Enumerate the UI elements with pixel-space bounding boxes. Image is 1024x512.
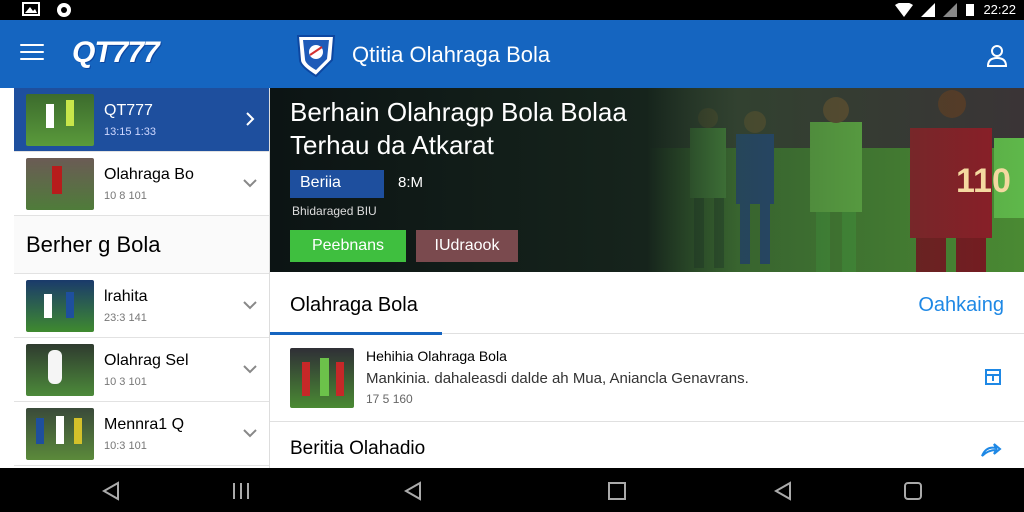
section-title[interactable]: Olahraga Bola	[290, 294, 418, 317]
app-logo[interactable]: QT777	[72, 36, 160, 70]
news-item-2-title: Beritia Olahadio	[290, 438, 426, 459]
hero-title-line2: Terhau da Atkarat	[290, 130, 494, 160]
news-meta: 17 5 160	[366, 392, 413, 406]
thumbnail-image	[26, 157, 94, 210]
battery-icon	[966, 3, 975, 16]
thumbnail-image	[26, 407, 94, 460]
news-item-2[interactable]: Beritia Olahadio	[270, 424, 1024, 468]
home-square-icon[interactable]	[606, 480, 628, 502]
thumbnail-image	[26, 343, 94, 396]
recent-apps-icon[interactable]	[230, 480, 252, 502]
sidebar-item-title: lrahita	[104, 287, 148, 305]
sidebar-item-qt777[interactable]: QT777 13:15 1:33	[14, 88, 269, 152]
thumbnail-image	[26, 279, 94, 332]
thumbnail-image	[26, 93, 94, 146]
hero-title-line1: Berhain Olahragp Bola Bolaa	[290, 97, 627, 127]
sidebar-item-meta: 10 3 101	[104, 375, 147, 388]
news-title: Hehihia Olahraga Bola	[366, 348, 507, 364]
back-icon[interactable]	[402, 480, 424, 502]
sidebar-item-olahraga[interactable]: Olahraga Bo 10 8 101	[14, 152, 269, 216]
user-profile-icon[interactable]	[984, 42, 1010, 68]
news-description: Mankinia. dahaleasdi dalde ah Mua, Anian…	[366, 370, 749, 387]
chevron-right-icon	[246, 112, 255, 126]
section-link[interactable]: Oahkaing	[918, 294, 1004, 317]
jersey-number: 110	[956, 162, 1011, 200]
sidebar-item-meta: 23:3 141	[104, 311, 147, 324]
news-thumbnail-image	[290, 348, 354, 408]
hero-primary-button[interactable]: Peebnans	[290, 230, 406, 262]
sidebar-item-meta: 10 8 101	[104, 189, 147, 202]
sidebar-item-title: QT777	[104, 101, 153, 119]
chevron-down-icon	[243, 429, 257, 438]
sidebar-item-title: Olahraga Bo	[104, 165, 194, 183]
hero-title: Berhain Olahragp Bola Bolaa Terhau da At…	[290, 96, 670, 162]
share-icon[interactable]	[980, 442, 1002, 460]
sidebar: QT777 13:15 1:33 Olahraga Bo 10 8 101 Be…	[14, 88, 270, 468]
hero-secondary-button[interactable]: IUdraook	[416, 230, 518, 262]
signal-icon	[921, 2, 936, 17]
bookmark-icon[interactable]	[984, 368, 1002, 386]
back-icon[interactable]	[772, 480, 794, 502]
status-bar: 22:22	[0, 0, 1024, 20]
app-bar: QT777 Qtitia Olahraga Bola	[0, 20, 1024, 88]
sidebar-item-lrahita[interactable]: lrahita 23:3 141	[14, 274, 269, 338]
sidebar-heading: Berher g Bola	[14, 216, 269, 274]
gallery-notification-icon	[22, 2, 40, 16]
hero-banner[interactable]: 110 Berhain Olahragp Bola Bolaa Terhau d…	[270, 88, 1024, 272]
system-navigation-bar	[0, 468, 1024, 512]
hero-tag-value: 8:M	[398, 174, 424, 191]
chevron-down-icon	[243, 301, 257, 310]
hero-category-tag[interactable]: Beriia	[290, 170, 384, 198]
sidebar-item-mennra[interactable]: Mennra1 Q 10:3 101	[14, 402, 269, 466]
wifi-icon	[895, 2, 914, 17]
hero-subtitle: Bhidaraged BIU	[292, 204, 377, 218]
sidebar-item-meta: 13:15 1:33	[104, 125, 156, 138]
hamburger-menu-icon[interactable]	[20, 44, 44, 62]
sidebar-item-title: Mennra1 Q	[104, 415, 185, 433]
back-icon[interactable]	[100, 480, 122, 502]
status-time: 22:22	[983, 2, 1016, 17]
sidebar-item-olahrag-sel[interactable]: Olahrag Sel 10 3 101	[14, 338, 269, 402]
chevron-down-icon	[243, 179, 257, 188]
signal2-icon	[943, 2, 958, 17]
chevron-down-icon	[243, 365, 257, 374]
section-header: Olahraga Bola Oahkaing	[270, 278, 1024, 335]
overview-icon[interactable]	[902, 480, 924, 502]
app-notification-icon	[57, 3, 71, 17]
news-item[interactable]: Hehihia Olahraga Bola Mankinia. dahaleas…	[270, 336, 1024, 422]
club-crest-icon	[296, 35, 336, 78]
section-tab-indicator	[270, 332, 442, 335]
sidebar-item-meta: 10:3 101	[104, 439, 147, 452]
app-title: Qtitia Olahraga Bola	[352, 42, 551, 67]
sidebar-item-title: Olahrag Sel	[104, 351, 189, 369]
